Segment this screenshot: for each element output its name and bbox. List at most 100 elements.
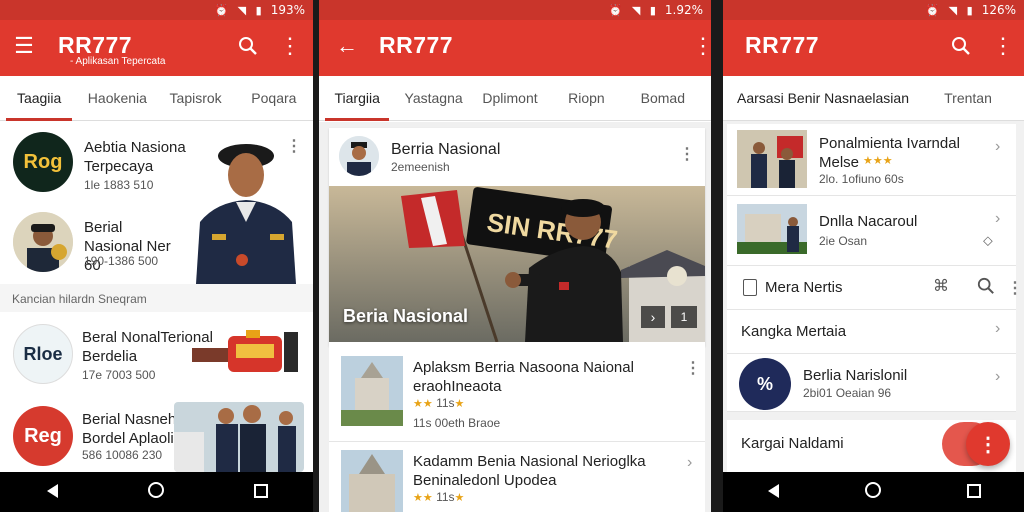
screenshot-stage: ⏰ ◥ ▮ 193% ☰ RR777 - Aplikasan Tepercata…: [0, 0, 1024, 512]
chevron-right-icon[interactable]: ›: [995, 320, 1000, 338]
battery-level: 193%: [270, 3, 305, 17]
item-title[interactable]: Berial Nasneht Bordel Aplaolic: [82, 410, 182, 448]
hero-image[interactable]: SIN RR777 Beria Nasional › 1: [329, 186, 705, 342]
chevron-right-icon[interactable]: ›: [995, 368, 1000, 386]
item-options-icon[interactable]: ⋮: [286, 136, 302, 156]
app-bar: RR777 ⋮: [723, 20, 1024, 76]
tab-2[interactable]: Haokenia: [78, 90, 156, 106]
list-item[interactable]: Kadamm Benia Nasional Nerioglka Beninale…: [329, 442, 705, 512]
back-arrow-icon[interactable]: ←: [333, 32, 361, 60]
item-title: Ponalmienta Ivarndal Melse: [819, 135, 960, 171]
tab-3[interactable]: Tapisrok: [157, 90, 235, 106]
list-item[interactable]: Aplaksm Berria Nasoona Naional eraohInea…: [329, 346, 705, 442]
more-options-icon[interactable]: ⋮: [989, 32, 1017, 60]
officers-photo: [174, 402, 304, 472]
tab-2[interactable]: Yastagna: [395, 90, 471, 106]
more-fab-icon[interactable]: ⋮: [966, 422, 1010, 466]
article-title: Kadamm Benia Nasional Nerioglka Beninale…: [413, 453, 646, 489]
item-meta: 2lo. 1ofiuno 60s: [819, 172, 904, 186]
app-title: RR777: [379, 32, 454, 58]
more-options-icon[interactable]: ⋮: [276, 32, 304, 60]
home-icon[interactable]: [141, 481, 171, 503]
article-thumbnail: [341, 356, 403, 426]
item-meta: 1le 1883 510: [84, 178, 154, 192]
menu-label: Berlia Narislonil: [803, 367, 908, 384]
chevron-right-icon[interactable]: ›: [687, 454, 692, 472]
document-icon: [743, 279, 757, 296]
app-subtitle: - Aplikasan Tepercata: [70, 56, 166, 67]
search-icon[interactable]: [947, 32, 975, 60]
list-item[interactable]: Dnlla Nacaroul 2ie Osan › ⬦: [727, 196, 1016, 266]
list-item[interactable]: Ponalmienta Ivarndal Melse ★★★ 2lo. 1ofi…: [727, 124, 1016, 196]
search-icon[interactable]: [977, 277, 995, 300]
pin-icon[interactable]: ⬦: [983, 232, 993, 249]
menu-item[interactable]: Mera Nertis ⌘ ⋮: [727, 266, 1023, 310]
app-bar: ← RR777 ⋮: [319, 20, 711, 76]
item-options-icon[interactable]: ⋮: [685, 358, 701, 378]
app-bar: ☰ RR777 - Aplikasan Tepercata ⋮: [0, 20, 313, 76]
item-meta: 2ie Osan: [819, 234, 868, 248]
tab-main[interactable]: Aarsasi Benir Nasnaelasian: [723, 90, 923, 106]
menu-meta: 2bi01 Oeaian 96: [803, 386, 892, 400]
info-icon[interactable]: 1: [671, 306, 697, 328]
tab-5[interactable]: Bomad: [625, 90, 701, 106]
brand-logo: Rog: [13, 132, 73, 192]
brand-logo: Reg: [13, 406, 73, 466]
status-bar: ⏰ ◥ ▮ 1.92%: [319, 0, 711, 20]
list-card: Rloe Beral NonalTerional Berdelia 17e 70…: [0, 312, 313, 472]
article-meta: 11s 00eth Braoe: [413, 416, 501, 430]
menu-item[interactable]: Kangka Mertaia ›: [727, 310, 1016, 354]
featured-card[interactable]: Rog Aebtia Nasional Terpecaya 1le 1883 5…: [0, 122, 313, 284]
section-label: Kancian hilardn Sneqram: [12, 292, 147, 306]
map-icon[interactable]: ⌘: [933, 276, 949, 296]
status-icons: ⏰ ◥ ▮: [214, 3, 265, 17]
item-meta: 190-1386 500: [84, 254, 159, 268]
item-thumbnail: [737, 130, 807, 188]
recents-icon[interactable]: [246, 482, 276, 503]
card-subtitle: 2emeenish: [391, 160, 450, 174]
menu-icon[interactable]: ☰: [10, 32, 38, 60]
back-icon[interactable]: [37, 482, 67, 503]
tab-4[interactable]: Riopn: [548, 90, 624, 106]
news-card[interactable]: Berria Nasional 2emeenish ⋮ SIN RR777 Be…: [329, 128, 705, 346]
menu-label: Kangka Mertaia: [741, 323, 847, 340]
menu-item[interactable]: % Berlia Narislonil 2bi01 Oeaian 96 ›: [727, 354, 1016, 412]
system-nav-bar: [0, 472, 313, 512]
rating-star-end: ★: [454, 492, 465, 504]
article-thumbnail: [341, 450, 403, 512]
chevron-right-icon[interactable]: ›: [995, 210, 1000, 228]
bottom-label: Kargai Naldami: [741, 435, 844, 452]
article-title: Aplaksm Berria Nasoona Naional eraohInea…: [413, 359, 634, 395]
tab-3[interactable]: Dplimont: [472, 90, 548, 106]
app-title: RR777: [745, 32, 820, 58]
next-icon[interactable]: ›: [641, 306, 665, 328]
status-bar: ⏰ ◥ ▮ 126%: [723, 0, 1024, 20]
more-options-icon[interactable]: ⋮: [689, 32, 711, 60]
article-rating: ★★ 11s★: [413, 490, 464, 504]
menu-label: Mera Nertis: [765, 279, 843, 296]
article-rating: ★★ 11s★: [413, 396, 464, 410]
recents-icon[interactable]: [959, 482, 989, 503]
row-options-icon[interactable]: ⋮: [1007, 278, 1023, 298]
item-title: Dnlla Nacaroul: [819, 213, 918, 230]
item-thumbnail: [737, 204, 807, 254]
rating-value: 11s: [436, 396, 455, 410]
tab-4[interactable]: Poqara: [235, 90, 313, 106]
tab-other[interactable]: Trentan: [923, 90, 1013, 106]
product-image: [192, 328, 302, 376]
home-icon[interactable]: [858, 481, 888, 503]
rating-stars: ★★: [413, 398, 433, 410]
side-list: Ponalmienta Ivarndal Melse ★★★ 2lo. 1ofi…: [723, 122, 1024, 472]
phone-screen-middle: ⏰ ◥ ▮ 1.92% ← RR777 ⋮ Tiargiia Yastagna …: [319, 0, 711, 512]
search-icon[interactable]: [234, 32, 262, 60]
tab-bar: Taagiia Haokenia Tapisrok Poqara: [0, 76, 313, 121]
tab-1[interactable]: Taagiia: [0, 76, 78, 121]
chevron-right-icon[interactable]: ›: [995, 138, 1000, 156]
rating-stars: ★★★: [863, 155, 893, 167]
tab-1[interactable]: Tiargiia: [319, 76, 395, 121]
phone-screen-left: ⏰ ◥ ▮ 193% ☰ RR777 - Aplikasan Tepercata…: [0, 0, 313, 512]
phone-screen-right: ⏰ ◥ ▮ 126% RR777 ⋮ Aarsasi Benir Nasnael…: [723, 0, 1024, 512]
app-title: RR777: [58, 32, 133, 58]
card-options-icon[interactable]: ⋮: [679, 144, 695, 164]
back-icon[interactable]: [758, 482, 788, 503]
